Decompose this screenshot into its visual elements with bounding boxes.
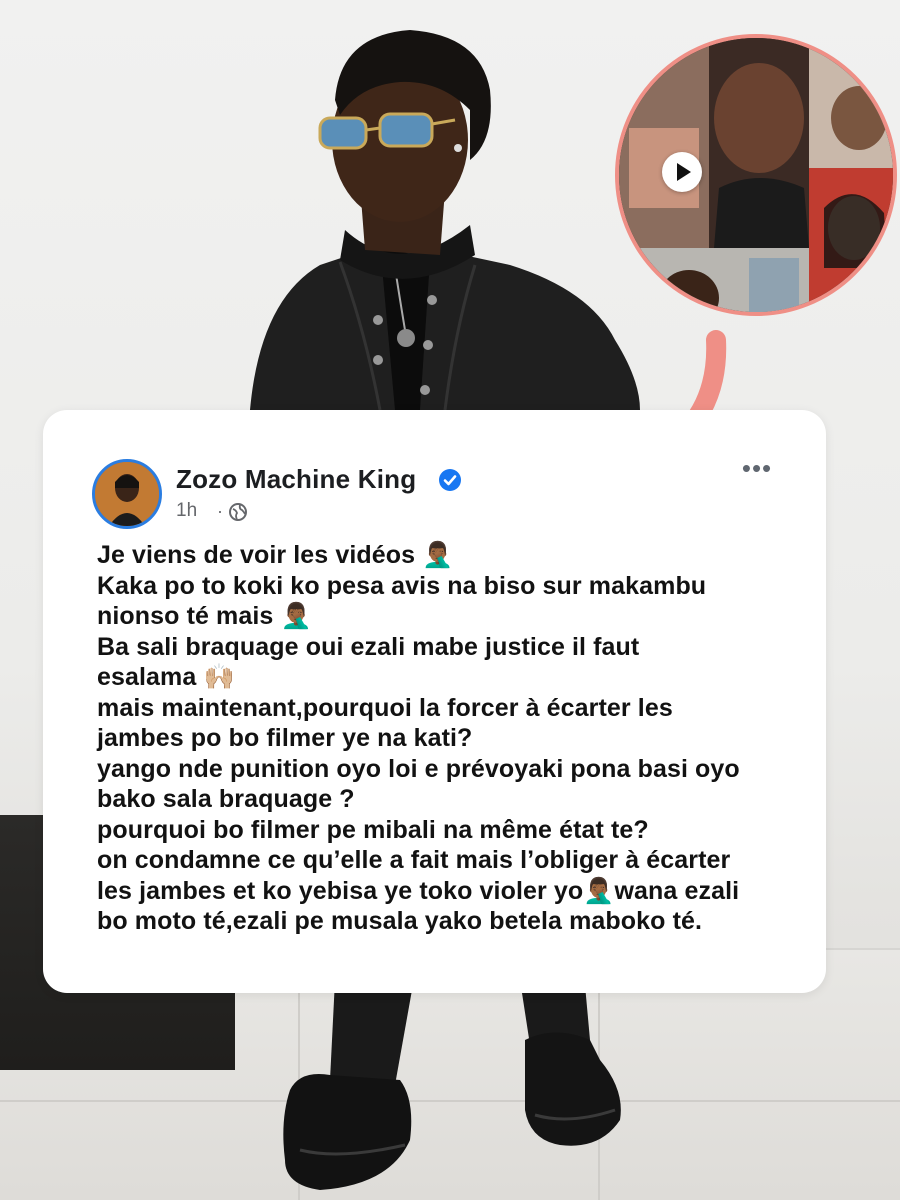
video-thumbnail[interactable] — [615, 34, 897, 316]
verified-badge-icon — [439, 469, 461, 491]
post-line: yango nde punition oyo loi e prévoyaki p… — [97, 754, 740, 783]
post-line: jambes po bo filmer ye na kati? — [97, 724, 473, 752]
post-line: Kaka po to koki ko pesa avis na biso sur… — [97, 571, 707, 600]
globe-icon — [229, 503, 247, 521]
screenshot-canvas: Zozo Machine King 1h · ••• Je viens de v… — [0, 0, 900, 1200]
post-line: esalama 🙌🏼 — [97, 663, 235, 691]
more-options-button[interactable]: ••• — [740, 455, 774, 481]
play-icon[interactable] — [662, 152, 702, 192]
post-timestamp[interactable]: 1h — [176, 500, 197, 522]
post-line: bo moto té,ezali pe musala yako betela m… — [97, 907, 703, 935]
post-line: bako sala braquage ? — [97, 785, 355, 813]
post-line: Je viens de voir les vidéos 🤦🏾‍♂️ — [97, 541, 454, 569]
meta-separator: · — [217, 501, 223, 521]
avatar-image — [95, 462, 159, 526]
post-line: Ba sali braquage oui ezali mabe justice … — [97, 632, 640, 661]
post-body: Je viens de voir les vidéos 🤦🏾‍♂️ Kaka p… — [97, 540, 817, 937]
post-line: nionso té mais 🤦🏾‍♂️ — [97, 602, 312, 630]
post-line: on condamne ce qu’elle a fait mais l’obl… — [97, 846, 731, 874]
author-name[interactable]: Zozo Machine King — [176, 464, 416, 495]
post-line: mais maintenant,pourquoi la forcer à éca… — [97, 693, 673, 722]
thumbnail-collage — [619, 38, 893, 312]
post-line: pourquoi bo filmer pe mibali na même éta… — [97, 815, 649, 844]
post-line: les jambes et ko yebisa ye toko violer y… — [97, 876, 740, 905]
avatar[interactable] — [92, 459, 162, 529]
